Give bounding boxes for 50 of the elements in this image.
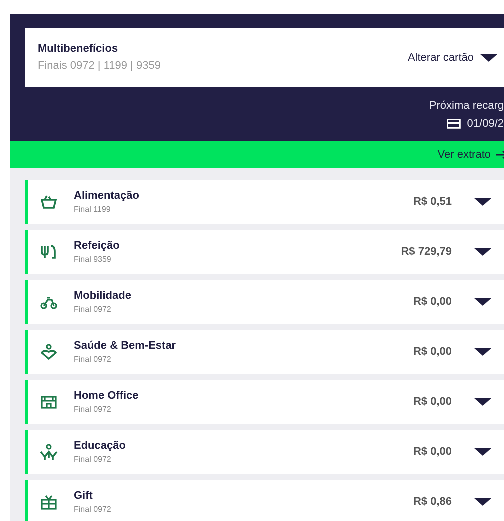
change-card-button[interactable]: Alterar cartão [408,52,498,64]
card-selector[interactable]: Multibenefícios Finais 0972 | 1199 | 9359 Alterar cartão [25,28,504,87]
balance: R$ 0,00 [413,446,452,458]
balance: R$ 729,79 [401,246,452,258]
benefit-row[interactable]: Saúde & Bem-Estar Final 0972 R$ 0,00 [25,330,504,374]
benefit-name: Educação [74,440,127,452]
benefit-name: Alimentação [74,190,140,202]
card-number: Final 1199 [74,205,112,214]
statement-link[interactable]: Ver extrato [438,148,504,160]
benefit-row[interactable]: Gift Final 0972 R$ 0,86 [25,480,504,521]
benefit-name: Saúde & Bem-Estar [74,340,178,352]
caret-icon [480,54,498,62]
caret-icon [474,198,492,206]
benefit-row[interactable]: Home Office Final 0972 R$ 0,00 [25,380,504,424]
benefit-row[interactable]: Mobilidade Final 0972 R$ 0,00 [25,280,504,324]
card-numbers: Finais 0972 | 1199 | 9359 [38,60,161,72]
benefit-row[interactable]: Refeição Final 9359 R$ 729,79 [25,230,504,274]
caret-icon [474,248,492,256]
caret-icon [474,398,492,406]
card-icon [447,119,462,129]
card-title: Multibenefícios [38,43,120,55]
benefit-name: Home Office [74,390,140,402]
caret-icon [474,298,492,306]
building-icon [40,394,58,410]
benefit-name: Mobilidade [74,290,132,302]
card-number: Final 0972 [74,455,112,464]
balance: R$ 0,00 [413,296,452,308]
recharge-date: 01/09/2 [467,118,504,130]
balance: R$ 0,00 [413,346,452,358]
caret-icon [474,498,492,506]
people-icon [40,444,58,460]
heart-person-icon [40,344,58,360]
next-recharge-label: Próxima recarg [429,100,504,112]
cutlery-icon [40,244,58,260]
card-number: Final 9359 [74,255,112,264]
basket-icon [40,194,58,210]
benefit-name: Refeição [74,240,121,252]
card-number: Final 0972 [74,305,112,314]
card-number: Final 0972 [74,505,112,514]
card-number: Final 0972 [74,355,112,364]
caret-icon [474,448,492,456]
balance: R$ 0,51 [413,196,452,208]
benefit-row[interactable]: Alimentação Final 1199 R$ 0,51 [25,180,504,224]
benefit-name: Gift [74,490,94,502]
caret-icon [474,348,492,356]
card-number: Final 0972 [74,405,112,414]
gift-icon [40,494,58,510]
benefit-row[interactable]: Educação Final 0972 R$ 0,00 [25,430,504,474]
balance: R$ 0,86 [413,496,452,508]
balance: R$ 0,00 [413,396,452,408]
